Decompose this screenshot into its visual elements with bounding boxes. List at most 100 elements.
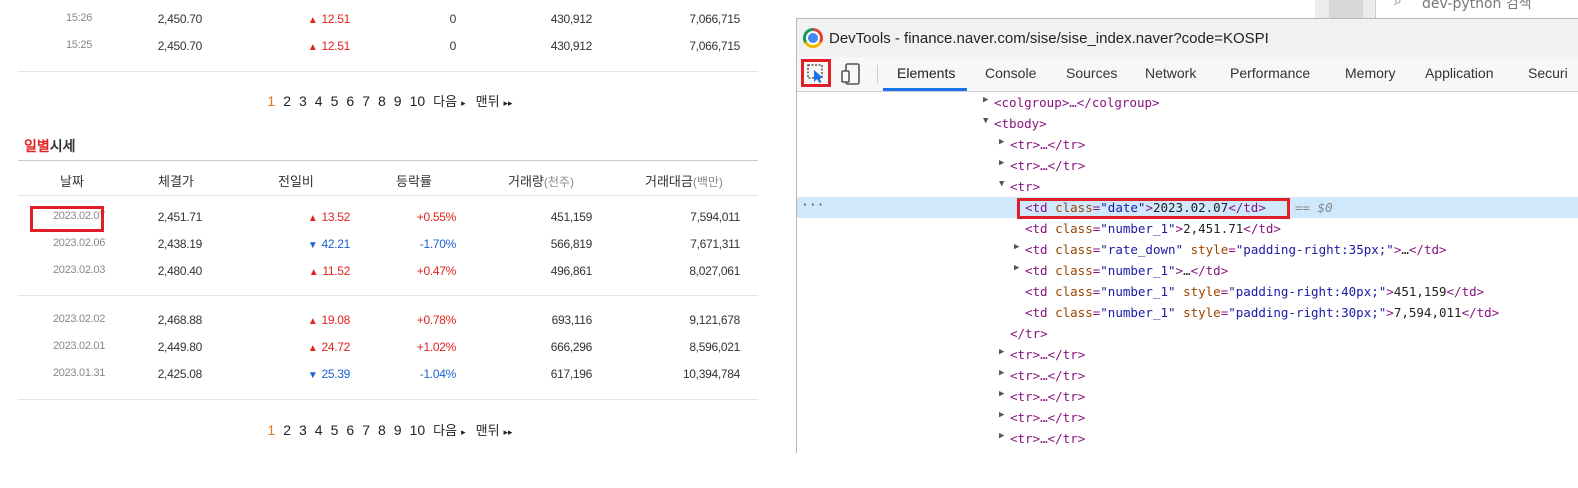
tab-network[interactable]: Network (1145, 65, 1196, 81)
double-caret-right-icon: ▸▸ (503, 427, 513, 437)
page-link[interactable]: 3 (299, 93, 307, 109)
divider (18, 399, 758, 400)
expand-triangle-icon[interactable]: ▶ (999, 137, 1004, 147)
header-volume: 거래량(천주) (508, 174, 574, 189)
dom-node[interactable]: ▼ <tbody> (797, 113, 1578, 134)
change-cell: ▼ 25.39 (307, 367, 350, 381)
page-link[interactable]: 9 (394, 93, 402, 109)
tab-console[interactable]: Console (985, 65, 1036, 81)
page-link[interactable]: 7 (362, 422, 370, 438)
page-link[interactable]: 6 (346, 93, 354, 109)
amount-cell: 8,027,061 (689, 264, 740, 278)
dom-node[interactable]: ▶ <td class="number_1">…</td> (797, 260, 1578, 281)
table-row: 2023.02.02 2,468.88 ▲ 19.08 +0.78% 693,116 9,1… (18, 307, 758, 334)
amount-cell: 7,671,311 (690, 237, 740, 251)
tab-performance[interactable]: Performance (1230, 65, 1310, 81)
last-link[interactable]: 맨뒤 ▸▸ (472, 420, 515, 439)
stock-page: 15:26 2,450.70 ▲ 12.51 0 430,912 7,066,71… (0, 0, 780, 452)
change-cell: ▲ 11.52 (308, 264, 351, 278)
up-arrow-icon: ▲ (307, 213, 318, 224)
dom-node-selected[interactable]: ··· <td class="date">2023.02.07</td> == … (797, 197, 1578, 219)
expand-triangle-icon[interactable]: ▶ (999, 389, 1004, 399)
tab-memory[interactable]: Memory (1345, 65, 1396, 81)
last-link[interactable]: 맨뒤 ▸▸ (472, 91, 515, 110)
amount-cell: 9,121,678 (689, 313, 740, 327)
down-arrow-icon: ▼ (307, 240, 318, 251)
dom-node[interactable]: ▶ <tr>…</tr> (797, 407, 1578, 428)
collapse-triangle-icon[interactable]: ▼ (983, 116, 988, 126)
device-toolbar-button[interactable] (839, 61, 863, 87)
active-tab-indicator (883, 88, 967, 91)
refresh-icon[interactable] (1329, 0, 1363, 18)
highlight-box (1017, 198, 1290, 219)
header-close: 체결가 (158, 174, 194, 189)
window-title: DevTools - finance.naver.com/sise/sise_i… (829, 30, 1269, 47)
amount-cell: 10,394,784 (682, 367, 740, 381)
page-link[interactable]: 8 (378, 93, 386, 109)
page-link[interactable]: 10 (410, 422, 426, 438)
expand-triangle-icon[interactable]: ▶ (999, 347, 1004, 357)
page-link[interactable]: 10 (410, 93, 426, 109)
page-link[interactable]: 9 (394, 422, 402, 438)
amount-cell: 7,594,011 (690, 210, 740, 224)
dom-node[interactable]: ▶ <tr>…</tr> (797, 428, 1578, 449)
price-cell: 2,449.80 (157, 340, 203, 354)
page-link[interactable]: 3 (299, 422, 307, 438)
dom-node[interactable]: ▶ <tr>…</tr> (797, 134, 1578, 155)
rate-cell: -1.04% (419, 367, 457, 381)
page-link[interactable]: 4 (315, 422, 323, 438)
expand-triangle-icon[interactable]: ▶ (999, 410, 1004, 420)
dom-node[interactable]: <td class="number_1">2,451.71</td> (797, 218, 1578, 239)
page-link[interactable]: 8 (378, 422, 386, 438)
page-link[interactable]: 5 (331, 93, 339, 109)
dom-node[interactable]: ▶ <tr>…</tr> (797, 344, 1578, 365)
page-link[interactable]: 1 (267, 93, 275, 109)
tab-security[interactable]: Securi (1528, 65, 1568, 81)
amount-cell: 8,596,021 (689, 340, 740, 354)
expand-triangle-icon[interactable]: ▶ (999, 158, 1004, 168)
dom-node[interactable]: </tr> (797, 323, 1578, 344)
dom-node[interactable]: <td class="number_1" style="padding-righ… (797, 281, 1578, 302)
divider (18, 71, 758, 72)
dom-node[interactable]: <td class="number_1" style="padding-righ… (797, 302, 1578, 323)
page-link[interactable]: 5 (331, 422, 339, 438)
dom-node[interactable]: ▶ <td class="rate_down" style="padding-r… (797, 239, 1578, 260)
inspect-cursor-icon (807, 64, 823, 83)
more-icon[interactable]: ··· (801, 198, 824, 213)
page-link[interactable]: 6 (346, 422, 354, 438)
page-link[interactable]: 2 (283, 422, 291, 438)
page-link[interactable]: 1 (267, 422, 275, 438)
page-link[interactable]: 2 (283, 93, 291, 109)
dom-node[interactable]: ▶ <tr>…</tr> (797, 365, 1578, 386)
volume-cell: 451,159 (550, 210, 593, 224)
expand-triangle-icon[interactable]: ▶ (1014, 263, 1019, 273)
tab-application[interactable]: Application (1425, 65, 1494, 81)
tab-elements[interactable]: Elements (897, 65, 955, 81)
date-cell: 2023.02.06 (52, 237, 106, 249)
search-box[interactable]: ⌕ dev-python 검색 (1375, 0, 1578, 18)
next-link[interactable]: 다음 ▸ (429, 91, 467, 110)
dom-node[interactable]: ▶ <colgroup>…</colgroup> (797, 92, 1578, 113)
down-arrow-icon: ▼ (307, 370, 318, 381)
inspect-element-button[interactable] (801, 59, 831, 87)
rate-cell: +1.02% (416, 340, 457, 354)
page-link[interactable]: 4 (315, 93, 323, 109)
dom-node[interactable]: ▼ <tr> (797, 176, 1578, 197)
double-caret-right-icon: ▸▸ (503, 98, 513, 108)
tab-sources[interactable]: Sources (1066, 65, 1117, 81)
volume-cell: 496,861 (550, 264, 593, 278)
dom-node[interactable]: ▶ <tr>…</tr> (797, 155, 1578, 176)
title-bar: DevTools - finance.naver.com/sise/sise_i… (797, 19, 1578, 57)
collapse-triangle-icon[interactable]: ▼ (999, 179, 1004, 189)
expand-triangle-icon[interactable]: ▶ (983, 95, 988, 105)
header-rate: 등락률 (396, 174, 432, 189)
next-link[interactable]: 다음 ▸ (429, 420, 467, 439)
rate-cell: -1.70% (419, 237, 457, 251)
expand-triangle-icon[interactable]: ▶ (999, 368, 1004, 378)
page-link[interactable]: 7 (362, 93, 370, 109)
table-header: 날짜 체결가 전일비 등락률 거래량(천주) 거래대금(백만) (18, 160, 758, 196)
expand-triangle-icon[interactable]: ▶ (1014, 242, 1019, 252)
dom-tree: ▶ <colgroup>…</colgroup> ▼ <tbody> ▶ <tr… (797, 92, 1578, 453)
expand-triangle-icon[interactable]: ▶ (999, 431, 1004, 441)
dom-node[interactable]: ▶ <tr>…</tr> (797, 386, 1578, 407)
